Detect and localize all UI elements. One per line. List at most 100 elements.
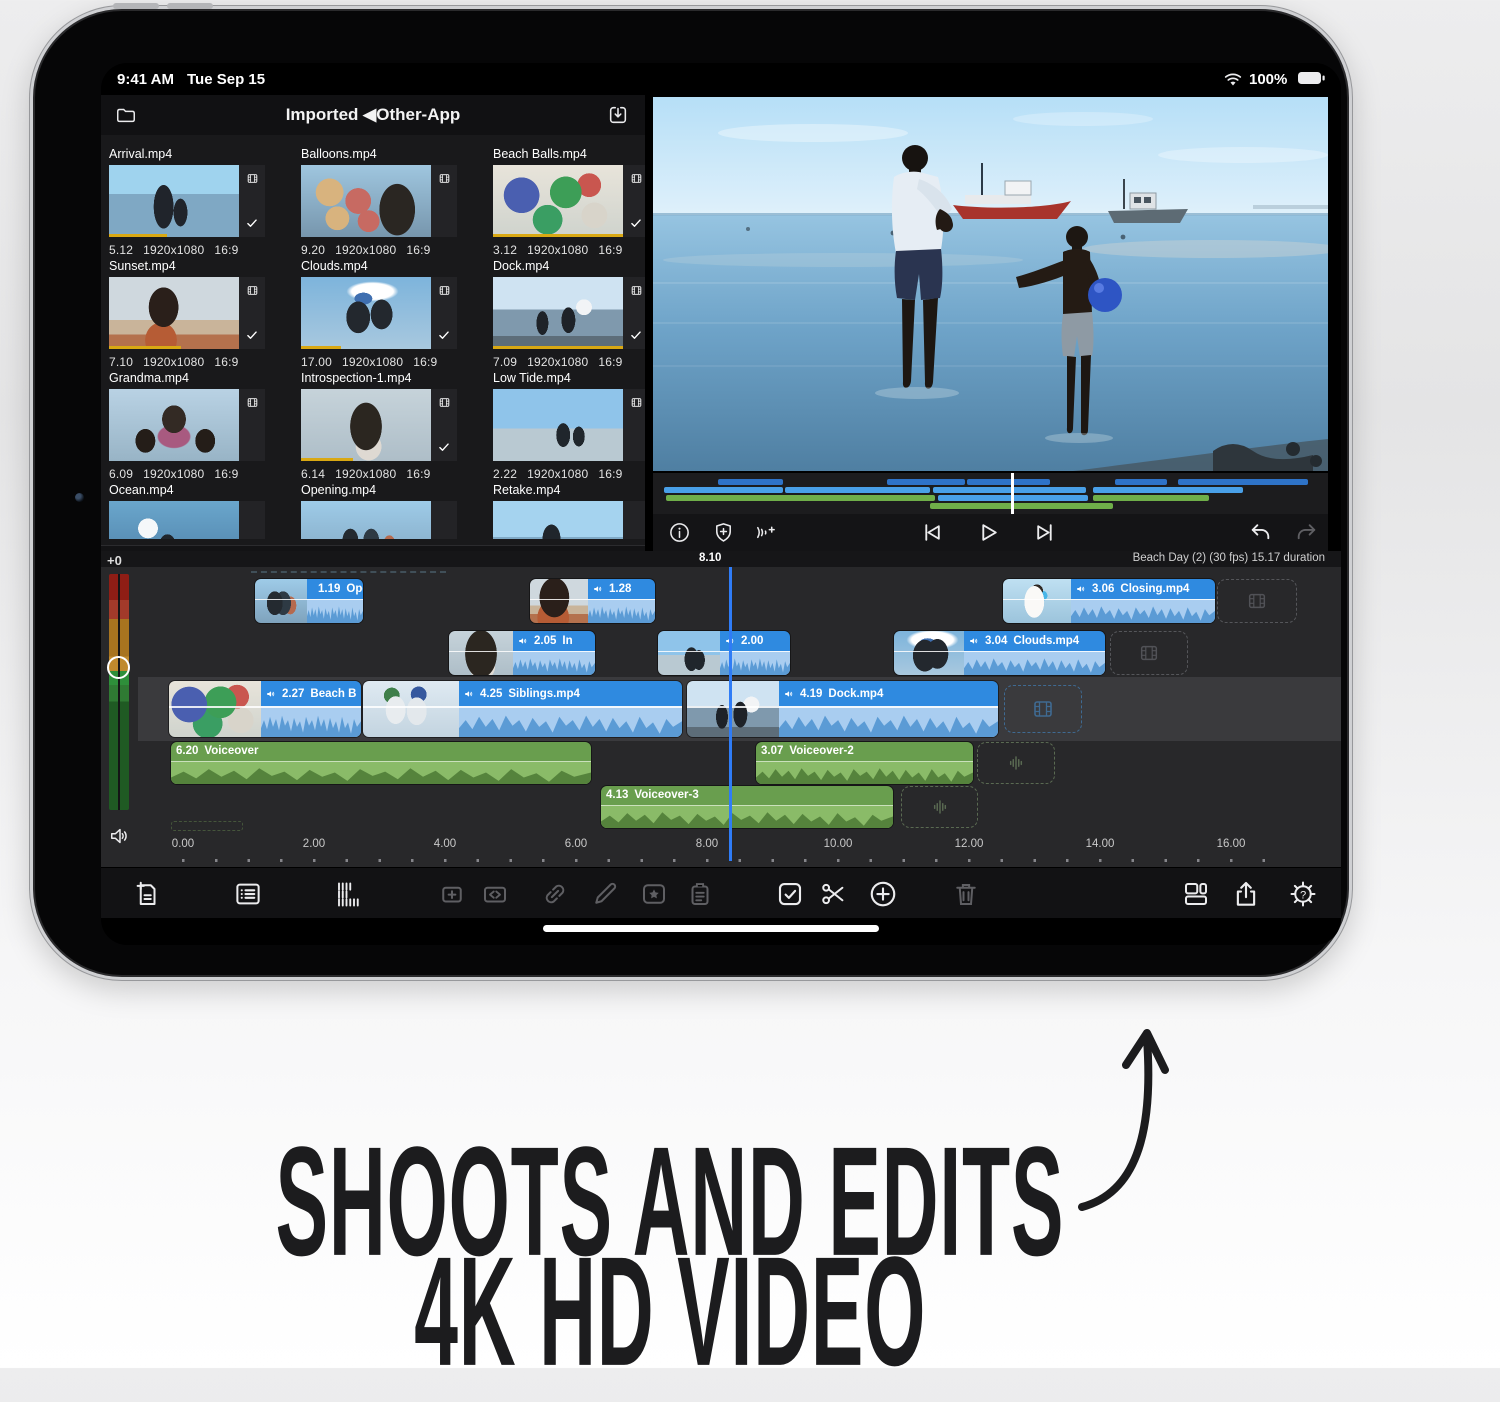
timeline-clip-opening[interactable]: 1.19Oper xyxy=(255,579,363,623)
ruler-tick-label: 16.00 xyxy=(1217,838,1246,850)
undo-button[interactable] xyxy=(1248,520,1273,545)
shield-add-icon[interactable] xyxy=(712,521,735,544)
add-clip-button[interactable] xyxy=(868,879,898,909)
timeline-clip[interactable]: 2.00 xyxy=(658,631,790,675)
library-clip[interactable]: Ocean.mp4 xyxy=(109,483,293,539)
ruler-tick-label: 14.00 xyxy=(1086,838,1115,850)
clip-badges xyxy=(431,277,457,349)
library-clip[interactable]: Introspection-1.mp4 6.141920x108016:9 xyxy=(301,371,485,481)
library-clip[interactable]: Clouds.mp4 17.001920x108016:9 xyxy=(301,259,485,369)
volume-up-button[interactable] xyxy=(113,3,159,9)
timeline-clip-clouds[interactable]: 3.04Clouds.mp4 xyxy=(894,631,1105,675)
info-icon[interactable] xyxy=(668,521,691,544)
clip-name: Opening.mp4 xyxy=(301,483,485,499)
import-icon[interactable] xyxy=(607,104,629,126)
playhead[interactable] xyxy=(729,567,732,861)
ruler-tick-label: 0.00 xyxy=(172,838,194,850)
speaker-icon xyxy=(464,689,474,699)
library-clip[interactable]: Arrival.mp4 5.121920x108016:9 xyxy=(109,147,293,257)
speaker-icon xyxy=(593,584,603,594)
audio-clip-voiceover2[interactable]: 3.07Voiceover-2 xyxy=(756,742,973,784)
timeline-clip-introspection[interactable]: 2.05In xyxy=(449,631,595,675)
share-button[interactable] xyxy=(1231,879,1261,909)
film-icon xyxy=(1246,590,1268,612)
add-audio-icon[interactable] xyxy=(754,521,777,544)
status-bar: 9:41 AM Tue Sep 15 100% xyxy=(101,63,1341,95)
audio-level-meter[interactable] xyxy=(109,574,129,810)
edit-clip-button[interactable] xyxy=(590,879,620,909)
volume-down-button[interactable] xyxy=(167,3,213,9)
ruler-tick-label: 10.00 xyxy=(824,838,853,850)
timeline-zoom-button[interactable] xyxy=(334,879,364,909)
timeline-clip-dock[interactable]: 4.19Dock.mp4 xyxy=(687,681,998,737)
ruler-tick-label: 2.00 xyxy=(303,838,325,850)
overview-playhead[interactable] xyxy=(1011,473,1014,514)
clip-progress-bar xyxy=(109,346,181,350)
timeline-clip[interactable]: 1.28 xyxy=(530,579,655,623)
preview-toolbar xyxy=(653,514,1328,551)
clip-name: Ocean.mp4 xyxy=(109,483,293,499)
clip-placeholder-audio[interactable] xyxy=(977,742,1055,784)
speaker-icon xyxy=(969,636,979,646)
split-clip-button[interactable] xyxy=(818,879,848,909)
media-library-panel: Imported ◀Other-App Arrival.mp4 5.121920… xyxy=(101,95,645,551)
tablet-device: 9:41 AM Tue Sep 15 100% Imported ◀Other-… xyxy=(30,6,1352,980)
library-title[interactable]: Imported ◀Other-App xyxy=(101,105,645,125)
clip-name: Balloons.mp4 xyxy=(301,147,485,163)
clip-progress-bar xyxy=(493,346,623,350)
clipboard-button[interactable] xyxy=(685,879,715,909)
status-time: 9:41 AM xyxy=(117,71,174,88)
clip-badges xyxy=(239,389,265,461)
add-to-timeline-button[interactable] xyxy=(132,879,162,909)
clip-info: 7.101920x108016:9 xyxy=(109,355,293,369)
timeline-clip-siblings[interactable]: 4.25Siblings.mp4 xyxy=(363,681,682,737)
library-clip[interactable]: Sunset.mp4 7.101920x108016:9 xyxy=(109,259,293,369)
library-clip[interactable]: Balloons.mp4 9.201920x108016:9 xyxy=(301,147,485,257)
video-preview[interactable] xyxy=(653,97,1328,471)
ruler-tick-label: 12.00 xyxy=(955,838,984,850)
film-icon xyxy=(1031,697,1055,721)
timeline-clip-closing[interactable]: 3.06Closing.mp4 xyxy=(1003,579,1215,623)
clip-placeholder-video[interactable] xyxy=(1110,631,1188,675)
clip-placeholder-main[interactable] xyxy=(1004,685,1082,733)
caption-line-2: 4K HD VIDEO xyxy=(170,1258,1170,1368)
clip-details-button[interactable] xyxy=(233,879,263,909)
clip-progress-bar xyxy=(301,458,353,462)
ruler-tick-label: 4.00 xyxy=(434,838,456,850)
select-mode-button[interactable] xyxy=(775,879,805,909)
play-button[interactable] xyxy=(976,520,1001,545)
settings-help-button[interactable] xyxy=(1288,879,1318,909)
layout-button[interactable] xyxy=(1181,879,1211,909)
home-indicator[interactable] xyxy=(543,925,879,932)
check-icon xyxy=(245,328,259,342)
transition-button[interactable] xyxy=(480,879,510,909)
clip-placeholder-audio[interactable] xyxy=(901,786,978,828)
delete-clip-button[interactable] xyxy=(951,879,981,909)
clip-thumbnail xyxy=(493,165,623,237)
timeline-clip-beachballs[interactable]: 2.27Beach B xyxy=(169,681,361,737)
time-ruler[interactable]: 0.00 2.00 4.00 6.00 8.00 10.00 12.00 14.… xyxy=(101,837,1341,867)
audio-wave-icon xyxy=(1005,752,1027,774)
speaker-icon xyxy=(266,689,276,699)
page: { "status": {"time": "9:41 AM", "date": … xyxy=(0,0,1500,1368)
library-clip[interactable]: Opening.mp4 xyxy=(301,483,485,539)
film-icon xyxy=(1138,642,1160,664)
insert-clip-button[interactable] xyxy=(437,879,467,909)
clip-badges xyxy=(239,165,265,237)
library-clip[interactable]: Grandma.mp4 6.091920x108016:9 xyxy=(109,371,293,481)
skip-to-start-button[interactable] xyxy=(919,520,944,545)
audio-level-knob[interactable] xyxy=(107,656,130,679)
audio-clip-voiceover3[interactable]: 4.13Voiceover-3 xyxy=(601,786,893,828)
audio-wave-icon xyxy=(929,796,951,818)
status-date: Tue Sep 15 xyxy=(187,71,265,88)
redo-button[interactable] xyxy=(1294,520,1319,545)
clip-badges xyxy=(239,277,265,349)
skip-to-end-button[interactable] xyxy=(1033,520,1058,545)
clip-placeholder-video[interactable] xyxy=(1217,579,1297,623)
panel-divider xyxy=(645,95,653,551)
audio-clip-voiceover[interactable]: 6.20Voiceover xyxy=(171,742,591,784)
link-clips-button[interactable] xyxy=(540,879,570,909)
check-icon xyxy=(629,328,643,342)
effects-button[interactable] xyxy=(639,879,669,909)
timeline-overview[interactable] xyxy=(653,473,1328,514)
